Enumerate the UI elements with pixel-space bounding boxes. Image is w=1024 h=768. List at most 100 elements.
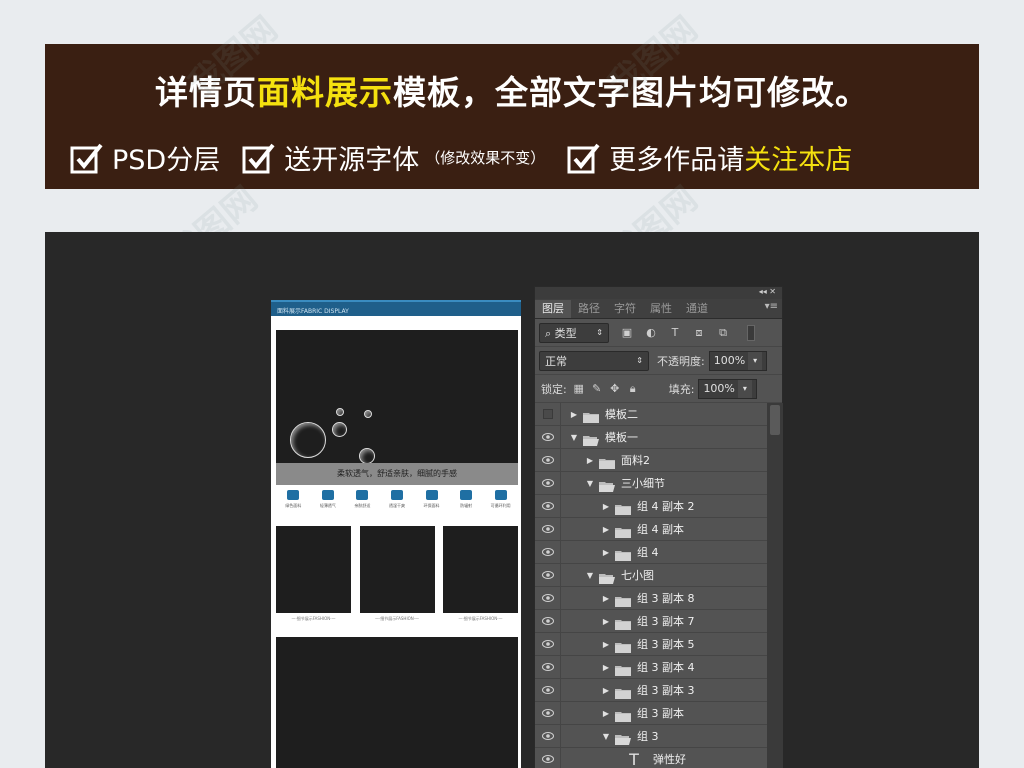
layers-panel: ◂◂ ✕ 图层 路径 字符 属性 通道 ▾≡ ⌕ 类型 ⇕ ▣ ◐ T ⧈ ⧉ 正… — [534, 286, 783, 768]
thumbnail-caption: —·细节展示FASHION·— — [458, 616, 503, 621]
visibility-eye-icon[interactable] — [535, 471, 561, 495]
filter-toggle-switch[interactable] — [747, 324, 755, 341]
lock-row: 锁定: ▦ ✎ ✥ 🔒︎ 填充: 100% ▾ — [535, 375, 782, 403]
collapsed-arrow-icon[interactable]: ▶ — [601, 663, 611, 672]
collapsed-arrow-icon[interactable]: ▶ — [601, 525, 611, 534]
visibility-eye-icon[interactable] — [535, 494, 561, 518]
layer-row[interactable]: ▶ 模板二 — [535, 402, 767, 426]
collapsed-arrow-icon[interactable]: ▶ — [601, 548, 611, 557]
blend-mode-select[interactable]: 正常 ⇕ — [539, 350, 649, 371]
fill-value: 100% — [703, 382, 735, 395]
collapsed-arrow-icon[interactable]: ▶ — [601, 640, 611, 649]
collapsed-arrow-icon[interactable]: ▶ — [585, 456, 595, 465]
feature-icons-row: 绿色面料 轻薄透气 亲肤舒适 透湿干爽 环保面料 防辐射 可循环利用 — [276, 490, 518, 520]
feature-text: PSD分层 — [112, 145, 221, 176]
expanded-arrow-icon[interactable]: ▼ — [585, 571, 595, 580]
layer-row[interactable]: ▼ 组 3 — [535, 724, 767, 748]
collapsed-arrow-icon[interactable]: ▶ — [569, 410, 579, 419]
tab-properties[interactable]: 属性 — [643, 300, 679, 318]
visibility-eye-icon[interactable] — [535, 701, 561, 725]
opacity-dropdown-icon[interactable]: ▾ — [748, 351, 763, 370]
collapsed-arrow-icon[interactable]: ▶ — [601, 709, 611, 718]
canvas-workspace[interactable]: 面料展示FABRIC DISPLAY 柔软透气，舒适亲肤，细腻的手感 绿色面料 … — [45, 232, 979, 768]
adjustment-filter-icon[interactable]: ◐ — [645, 327, 657, 338]
layer-row[interactable]: ▶ 组 3 副本 4 — [535, 655, 767, 679]
layer-row[interactable]: ▶ 组 3 副本 5 — [535, 632, 767, 656]
thumbnail: —·细节展示FASHION·— — [443, 526, 518, 622]
wind-icon: 轻薄透气 — [316, 490, 340, 509]
visibility-eye-icon[interactable] — [535, 448, 561, 472]
visibility-eye-icon[interactable] — [535, 678, 561, 702]
visibility-eye-icon[interactable] — [535, 586, 561, 610]
large-image-placeholder — [276, 637, 518, 768]
promo-banner: 详情页面料展示模板，全部文字图片均可修改。 PSD分层 送开源字体 （修改效果不… — [45, 44, 979, 189]
layer-row[interactable]: ▶ 组 4 副本 2 — [535, 494, 767, 518]
collapsed-arrow-icon[interactable]: ▶ — [601, 617, 611, 626]
layer-row[interactable]: ▶ 组 3 副本 8 — [535, 586, 767, 610]
text-layer-icon: T — [629, 749, 639, 768]
type-filter-icon[interactable]: T — [669, 327, 681, 338]
image-filter-icon[interactable]: ▣ — [621, 327, 633, 338]
layer-row[interactable]: ▼ 三小细节 — [535, 471, 767, 495]
tab-character[interactable]: 字符 — [607, 300, 643, 318]
collapsed-arrow-icon[interactable]: ▶ — [601, 594, 611, 603]
title-highlight: 面料展示 — [257, 73, 393, 112]
fill-dropdown-icon[interactable]: ▾ — [737, 379, 752, 398]
visibility-eye-icon[interactable] — [535, 540, 561, 564]
layer-row[interactable]: ▶ 面料2 — [535, 448, 767, 472]
layer-name: 组 4 副本 — [637, 523, 684, 536]
tab-paths[interactable]: 路径 — [571, 300, 607, 318]
fill-field[interactable]: 100% ▾ — [698, 378, 757, 399]
filter-kind-select[interactable]: ⌕ 类型 ⇕ — [539, 322, 609, 343]
expanded-arrow-icon[interactable]: ▼ — [585, 479, 595, 488]
shape-filter-icon[interactable]: ⧈ — [693, 327, 705, 338]
icon-label: 轻薄透气 — [319, 503, 336, 508]
collapsed-arrow-icon[interactable]: ▶ — [601, 686, 611, 695]
visibility-eye-icon[interactable] — [535, 655, 561, 679]
layer-scrollbar[interactable] — [767, 403, 783, 768]
visibility-eye-icon[interactable] — [535, 632, 561, 656]
visibility-eye-icon[interactable] — [535, 517, 561, 541]
lock-brush-icon[interactable]: ✎ — [591, 383, 603, 394]
collapse-close-icon[interactable]: ◂◂ ✕ — [759, 287, 776, 296]
document-preview[interactable]: 面料展示FABRIC DISPLAY 柔软透气，舒适亲肤，细腻的手感 绿色面料 … — [271, 300, 521, 768]
blend-mode-value: 正常 — [545, 354, 567, 368]
layer-row[interactable]: ▶ 组 3 副本 — [535, 701, 767, 725]
layer-row[interactable]: ▼ 模板一 — [535, 425, 767, 449]
scrollbar-thumb[interactable] — [770, 405, 780, 435]
visibility-eye-icon[interactable] — [535, 563, 561, 587]
visibility-eye-icon[interactable] — [535, 609, 561, 633]
smart-object-filter-icon[interactable]: ⧉ — [717, 327, 729, 338]
panel-menu-icon[interactable]: ▾≡ — [765, 301, 778, 312]
tab-channels[interactable]: 通道 — [679, 300, 715, 318]
opacity-field[interactable]: 100% ▾ — [708, 350, 768, 371]
bubble-icon — [364, 410, 372, 418]
layer-row[interactable]: ▼ 七小图 — [535, 563, 767, 587]
layer-name: 七小图 — [621, 569, 654, 582]
lock-transparent-icon[interactable]: ▦ — [573, 383, 585, 394]
folder-icon — [599, 569, 615, 584]
layer-row[interactable]: ▶ 组 4 副本 — [535, 517, 767, 541]
visibility-eye-icon[interactable] — [535, 425, 561, 449]
icon-label: 透湿干爽 — [388, 503, 405, 508]
lock-all-icon[interactable]: 🔒︎ — [627, 383, 639, 394]
checkbox-checked-icon — [70, 142, 104, 174]
visibility-eye-icon[interactable] — [535, 724, 561, 748]
expanded-arrow-icon[interactable]: ▼ — [601, 732, 611, 741]
folder-icon — [583, 408, 599, 423]
layer-row[interactable]: ▶ 组 3 副本 3 — [535, 678, 767, 702]
layer-name: 组 3 副本 — [637, 707, 684, 720]
leaf-icon: 环保面料 — [420, 490, 444, 509]
visibility-eye-icon[interactable] — [535, 747, 561, 768]
folder-icon — [615, 500, 631, 515]
layer-row[interactable]: ▶ 组 3 副本 7 — [535, 609, 767, 633]
folder-icon — [615, 661, 631, 676]
collapsed-arrow-icon[interactable]: ▶ — [601, 502, 611, 511]
expanded-arrow-icon[interactable]: ▼ — [569, 433, 579, 442]
layer-row[interactable]: ▶ 组 4 — [535, 540, 767, 564]
panel-tabs: 图层 路径 字符 属性 通道 ▾≡ — [535, 299, 782, 319]
tab-layers[interactable]: 图层 — [535, 300, 571, 318]
layer-row[interactable]: T 弹性好 — [535, 747, 767, 768]
visibility-off-icon[interactable] — [535, 402, 561, 426]
lock-move-icon[interactable]: ✥ — [609, 383, 621, 394]
